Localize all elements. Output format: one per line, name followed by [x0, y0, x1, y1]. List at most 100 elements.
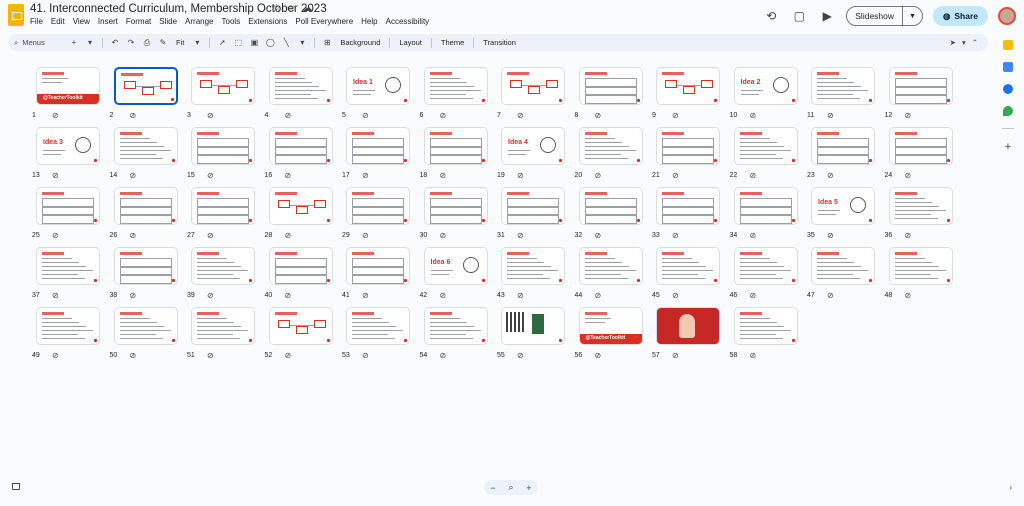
link-icon[interactable]: ⊘: [130, 231, 137, 240]
slide-thumbnail[interactable]: [268, 247, 333, 285]
slide-thumbnail[interactable]: [656, 67, 720, 105]
slide-thumbnail[interactable]: [423, 127, 488, 165]
select-icon[interactable]: ➚: [214, 38, 230, 47]
link-icon[interactable]: ⊘: [207, 291, 214, 300]
link-icon[interactable]: ⊘: [440, 351, 447, 360]
link-icon[interactable]: ⊘: [440, 231, 447, 240]
undo-icon[interactable]: ↶: [107, 38, 123, 47]
link-icon[interactable]: ⊘: [672, 291, 679, 300]
meet-icon[interactable]: ▶: [818, 7, 836, 25]
theme-button[interactable]: Theme: [436, 38, 469, 47]
slide-thumbnail[interactable]: [811, 127, 875, 165]
menu-item-arrange[interactable]: Arrange: [185, 17, 213, 26]
keep-icon[interactable]: [1003, 40, 1013, 50]
slide-thumbnail[interactable]: Idea 5: [811, 187, 875, 225]
comments-icon[interactable]: ▢: [790, 7, 808, 25]
zoom-icon[interactable]: ⌕: [508, 482, 513, 493]
layout-button[interactable]: Layout: [394, 38, 427, 47]
slide-thumbnail[interactable]: [113, 67, 178, 105]
menu-item-view[interactable]: View: [73, 17, 90, 26]
menu-item-tools[interactable]: Tools: [222, 17, 241, 26]
link-icon[interactable]: ⊘: [750, 171, 757, 180]
slide-thumbnail[interactable]: [268, 67, 333, 105]
slide-thumbnail[interactable]: [578, 247, 643, 285]
slideshow-label[interactable]: Slideshow: [847, 11, 902, 21]
link-icon[interactable]: ⊘: [285, 231, 292, 240]
slide-thumbnail[interactable]: [113, 187, 178, 225]
zoom-in-icon[interactable]: +: [526, 483, 531, 493]
slide-thumbnail[interactable]: [501, 67, 565, 105]
star-icon[interactable]: ☆: [272, 3, 281, 14]
slide-thumbnail[interactable]: Idea 1: [346, 67, 410, 105]
slide-thumbnail[interactable]: [423, 187, 488, 225]
slide-thumbnail[interactable]: @TeacherToolkit: [578, 307, 643, 345]
maps-icon[interactable]: [1003, 106, 1013, 116]
link-icon[interactable]: ⊘: [750, 291, 757, 300]
menu-item-poll-everywhere[interactable]: Poll Everywhere: [295, 17, 353, 26]
link-icon[interactable]: ⊘: [672, 231, 679, 240]
background-button[interactable]: Background: [335, 38, 385, 47]
link-icon[interactable]: ⊘: [595, 291, 602, 300]
link-icon[interactable]: ⊘: [285, 171, 292, 180]
link-icon[interactable]: ⊘: [285, 291, 292, 300]
link-icon[interactable]: ⊘: [440, 111, 447, 120]
link-icon[interactable]: ⊘: [130, 171, 137, 180]
zoom-select[interactable]: Fit: [171, 38, 189, 47]
link-icon[interactable]: ⊘: [207, 111, 214, 120]
link-icon[interactable]: ⊘: [130, 111, 137, 120]
link-icon[interactable]: ⊘: [517, 351, 524, 360]
link-icon[interactable]: ⊘: [207, 231, 214, 240]
link-icon[interactable]: ⊘: [750, 231, 757, 240]
slide-thumbnail[interactable]: [191, 187, 255, 225]
slide-thumbnail[interactable]: [268, 127, 333, 165]
slide-thumbnail[interactable]: [656, 187, 720, 225]
menu-item-edit[interactable]: Edit: [51, 17, 65, 26]
slide-thumbnail[interactable]: [113, 127, 178, 165]
slide-thumbnail[interactable]: [113, 307, 178, 345]
comment-add-icon[interactable]: ⊞: [319, 38, 335, 47]
print-icon[interactable]: ⎙: [139, 38, 155, 48]
slide-thumbnail[interactable]: [811, 247, 875, 285]
link-icon[interactable]: ⊘: [827, 171, 834, 180]
link-icon[interactable]: ⊘: [595, 111, 602, 120]
slide-thumbnail[interactable]: [656, 307, 720, 345]
image-icon[interactable]: ▣: [246, 38, 262, 47]
link-icon[interactable]: ⊘: [52, 231, 59, 240]
slide-thumbnail[interactable]: [346, 127, 410, 165]
slide-thumbnail[interactable]: [191, 307, 255, 345]
slide-thumbnail[interactable]: Idea 2: [733, 67, 798, 105]
line-icon[interactable]: ╲: [278, 38, 294, 47]
link-icon[interactable]: ⊘: [440, 291, 447, 300]
slide-thumbnail[interactable]: [888, 187, 953, 225]
menu-item-insert[interactable]: Insert: [98, 17, 118, 26]
chevron-down-icon[interactable]: ▾: [294, 38, 310, 47]
link-icon[interactable]: ⊘: [595, 351, 602, 360]
shape-icon[interactable]: ◯: [262, 38, 278, 47]
slide-thumbnail[interactable]: [733, 127, 798, 165]
link-icon[interactable]: ⊘: [517, 111, 524, 120]
slide-thumbnail[interactable]: [191, 67, 255, 105]
link-icon[interactable]: ⊘: [517, 291, 524, 300]
chevron-right-icon[interactable]: ›: [1009, 483, 1012, 492]
link-icon[interactable]: ⊘: [52, 111, 59, 120]
link-icon[interactable]: ⊘: [595, 171, 602, 180]
link-icon[interactable]: ⊘: [905, 171, 912, 180]
link-icon[interactable]: ⊘: [52, 171, 59, 180]
slide-thumbnail[interactable]: [501, 187, 565, 225]
new-slide-icon[interactable]: +: [66, 38, 82, 47]
slide-thumbnail[interactable]: [578, 67, 643, 105]
link-icon[interactable]: ⊘: [595, 231, 602, 240]
slide-thumbnail[interactable]: [346, 307, 410, 345]
link-icon[interactable]: ⊘: [905, 111, 912, 120]
slides-logo-icon[interactable]: [8, 4, 24, 26]
chevron-down-icon[interactable]: ▼: [902, 7, 922, 25]
chevron-up-icon[interactable]: ⌃: [972, 38, 978, 47]
slide-thumbnail[interactable]: [423, 67, 488, 105]
slide-thumbnail[interactable]: Idea 4: [501, 127, 565, 165]
chevron-down-icon[interactable]: ▾: [962, 38, 966, 47]
link-icon[interactable]: ⊘: [672, 171, 679, 180]
slide-thumbnail[interactable]: [268, 187, 333, 225]
menu-item-format[interactable]: Format: [126, 17, 151, 26]
link-icon[interactable]: ⊘: [827, 291, 834, 300]
link-icon[interactable]: ⊘: [750, 111, 757, 120]
